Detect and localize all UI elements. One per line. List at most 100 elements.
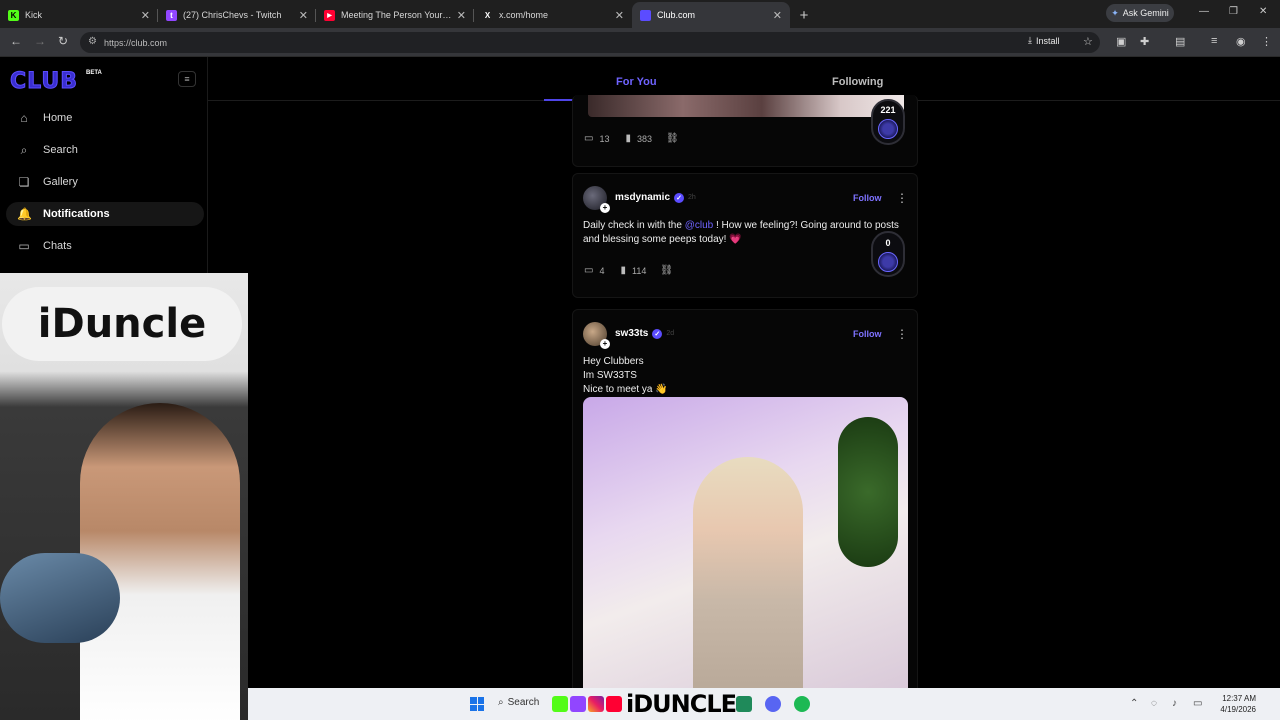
post-stats: ▭ 13 ▮ 383 ⛓: [584, 133, 679, 144]
taskbar-search[interactable]: ⌕ Search: [498, 697, 539, 708]
chat-icon: ▭: [18, 239, 30, 253]
reload-icon[interactable]: ↻: [58, 34, 68, 48]
sidebar-item-home[interactable]: ⌂ Home: [6, 106, 204, 130]
menu-kebab-icon[interactable]: ⋮: [1261, 35, 1272, 48]
link-icon[interactable]: ⛓: [660, 265, 673, 276]
site-info-icon[interactable]: ⚙: [88, 36, 97, 47]
username[interactable]: sw33ts: [615, 328, 648, 339]
windows-start-icon[interactable]: [470, 697, 484, 711]
close-window-icon[interactable]: ✕: [1259, 6, 1267, 17]
post-photo[interactable]: [583, 397, 908, 688]
sidebar-item-gallery[interactable]: ❏ Gallery: [6, 170, 204, 194]
bookmark-star-icon[interactable]: ☆: [1083, 35, 1093, 48]
tab-for-you[interactable]: For You: [616, 76, 657, 88]
neon-sign: [632, 433, 714, 465]
mic-icon[interactable]: ♪: [1172, 698, 1177, 709]
webcam-sign: iDuncle: [2, 287, 242, 361]
sidebar-item-label: Gallery: [43, 176, 78, 188]
post-text-line: Nice to meet ya 👋: [583, 384, 668, 395]
back-icon[interactable]: ←: [10, 34, 22, 48]
close-icon[interactable]: ✕: [299, 9, 308, 22]
search-icon: ⌕: [498, 697, 504, 708]
search-icon: ⌕: [20, 142, 28, 157]
tab-club[interactable]: Club.com ✕: [632, 2, 790, 28]
add-icon[interactable]: +: [600, 339, 610, 349]
discord-app-icon[interactable]: [765, 696, 781, 712]
plant: [838, 417, 898, 567]
minimize-icon[interactable]: —: [1199, 6, 1209, 17]
puzzle-icon[interactable]: ✚: [1140, 35, 1149, 48]
link-icon[interactable]: ⛓: [666, 133, 679, 144]
media-icon[interactable]: ≡: [1211, 35, 1217, 47]
tab-kick[interactable]: K Kick ✕: [0, 2, 158, 28]
profile-icon[interactable]: ◉: [1236, 35, 1246, 48]
sidebar-item-label: Chats: [43, 240, 72, 252]
close-icon[interactable]: ✕: [773, 9, 782, 22]
vote-count: 221: [880, 105, 896, 115]
extension-icon[interactable]: ▣: [1116, 35, 1126, 48]
comment-icon[interactable]: ▭: [584, 133, 593, 144]
mention-link[interactable]: @club: [685, 220, 714, 231]
network-icon[interactable]: ◌: [1151, 698, 1157, 709]
x-favicon-icon: X: [482, 9, 493, 21]
forward-icon[interactable]: →: [34, 34, 46, 48]
youtube-app-icon[interactable]: [606, 696, 622, 712]
new-tab-button[interactable]: +: [790, 2, 818, 28]
more-options-icon[interactable]: ⋮: [896, 327, 908, 341]
post-card[interactable]: + sw33ts ✓ 2d Follow ⋮ Hey Clubbers Im S…: [572, 309, 918, 688]
tab-following[interactable]: Following: [832, 76, 883, 88]
restore-icon[interactable]: ❐: [1229, 6, 1238, 17]
post-stats: ▭ 4 ▮ 114 ⛓: [584, 265, 673, 276]
close-icon[interactable]: ✕: [615, 9, 624, 22]
tab-label: x.com/home: [499, 10, 549, 20]
spotify-app-icon[interactable]: [794, 696, 810, 712]
follow-button[interactable]: Follow: [853, 193, 882, 203]
post-author[interactable]: msdynamic ✓ 2h: [615, 192, 696, 203]
club-logo[interactable]: CLUB: [9, 69, 78, 95]
instagram-app-icon[interactable]: [588, 696, 604, 712]
post-text-part: Daily check in with the: [583, 220, 685, 231]
comment-icon[interactable]: ▭: [584, 265, 593, 276]
post-author[interactable]: sw33ts ✓ 2d: [615, 328, 674, 339]
hex-vote-icon[interactable]: [878, 252, 898, 272]
install-label: Install: [1035, 35, 1060, 46]
feed: ▭ 13 ▮ 383 ⛓ 221 + msdynamic ✓ 2h Follow…: [572, 95, 918, 688]
install-app-button[interactable]: ⤓ Install: [1028, 35, 1060, 46]
sidebar-item-label: Notifications: [43, 208, 110, 220]
url-bar[interactable]: ⚙ https://club.com: [80, 32, 1100, 53]
post-card[interactable]: + msdynamic ✓ 2h Follow ⋮ Daily check in…: [572, 173, 918, 298]
sidebar-item-search[interactable]: ⌕ Search: [6, 138, 204, 162]
vote-widget[interactable]: 0: [871, 231, 905, 277]
app-icon[interactable]: [736, 696, 752, 712]
tab-x[interactable]: X x.com/home ✕: [474, 2, 632, 28]
hamburger-menu-icon[interactable]: ≡: [178, 71, 196, 87]
address-bar-row: ← → ↻ ⚙ https://club.com ⤓ Install ☆ ▣ ✚ …: [0, 28, 1280, 57]
add-icon[interactable]: +: [600, 203, 610, 213]
ask-gemini-button[interactable]: ✦ Ask Gemini: [1106, 4, 1174, 22]
post-text: Daily check in with the @club ! How we f…: [583, 219, 903, 247]
sidebar-item-notifications[interactable]: 🔔 Notifications: [6, 202, 204, 226]
twitch-app-icon[interactable]: [570, 696, 586, 712]
taskbar-clock[interactable]: 12:37 AM 4/19/2026: [1210, 693, 1256, 715]
more-options-icon[interactable]: ⋮: [896, 191, 908, 205]
tab-youtube[interactable]: ▶ Meeting The Person Your Partn ✕: [316, 2, 474, 28]
hex-vote-icon[interactable]: [878, 119, 898, 139]
close-icon[interactable]: ✕: [141, 9, 150, 22]
tab-twitch[interactable]: t (27) ChrisChevs - Twitch ✕: [158, 2, 316, 28]
display-icon[interactable]: ▭: [1193, 698, 1202, 709]
url-text: https://club.com: [104, 37, 168, 48]
username[interactable]: msdynamic: [615, 192, 670, 203]
sidebar-item-chats[interactable]: ▭ Chats: [6, 234, 204, 258]
tab-label: Club.com: [657, 10, 696, 20]
sidepanel-icon[interactable]: ▤: [1175, 35, 1185, 48]
avatar[interactable]: +: [583, 322, 610, 349]
vote-widget[interactable]: 221: [871, 99, 905, 145]
post-image[interactable]: [588, 95, 904, 117]
tray-chevron-icon[interactable]: ⌃: [1130, 698, 1138, 709]
post-card[interactable]: ▭ 13 ▮ 383 ⛓ 221: [572, 95, 918, 167]
follow-button[interactable]: Follow: [853, 329, 882, 339]
avatar[interactable]: +: [583, 186, 610, 213]
twitch-favicon-icon: t: [166, 9, 177, 21]
kick-app-icon[interactable]: [552, 696, 568, 712]
close-icon[interactable]: ✕: [457, 9, 466, 22]
